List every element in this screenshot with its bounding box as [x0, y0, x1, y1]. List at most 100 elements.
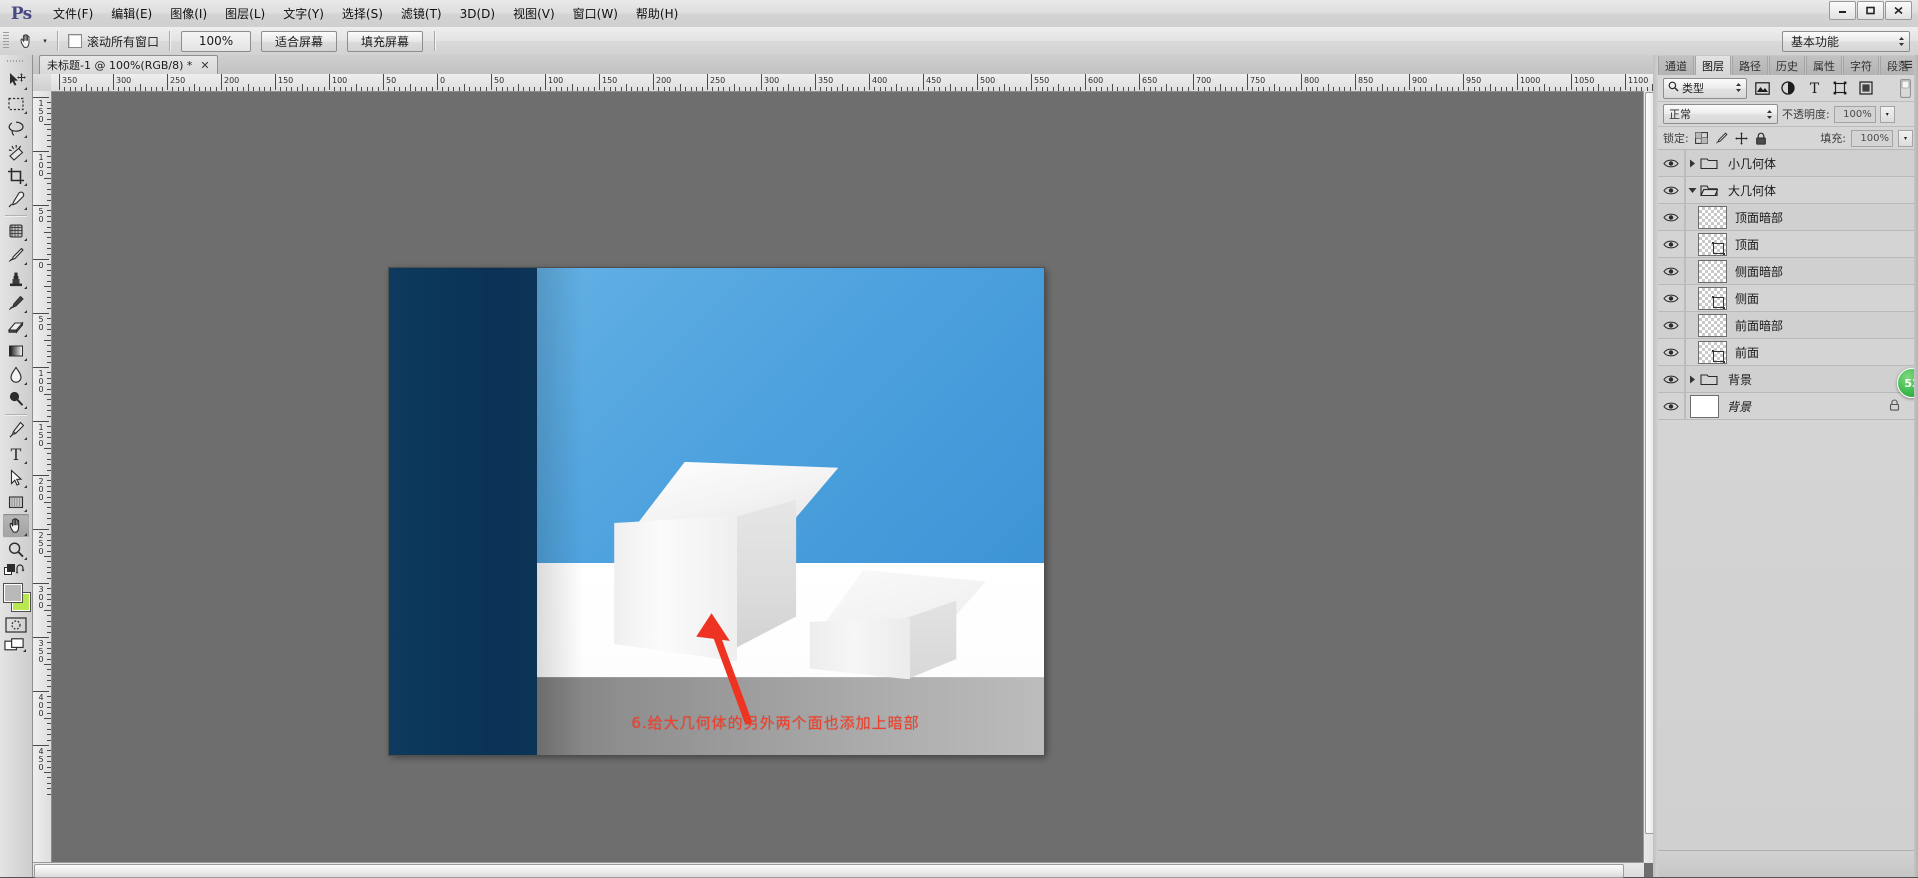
move-tool[interactable] [3, 68, 29, 92]
table-row[interactable]: 背景 [1658, 366, 1918, 393]
group-disclosure-icon[interactable] [1686, 159, 1698, 168]
document-tab[interactable]: 未标题-1 @ 100%(RGB/8) * ✕ [39, 55, 218, 74]
hand-tool[interactable] [3, 514, 29, 538]
canvas-horizontal-scrollbar[interactable] [33, 862, 1644, 877]
filter-adjustment-icon[interactable] [1777, 78, 1799, 98]
tab-layers[interactable]: 图层 [1695, 56, 1731, 76]
table-row[interactable]: 小几何体 [1658, 150, 1918, 177]
color-swatches[interactable] [2, 582, 30, 612]
zoom-100-button[interactable]: 100% [181, 31, 251, 52]
layer-thumbnail[interactable] [1698, 206, 1727, 229]
swap-colors-icon[interactable] [15, 564, 27, 579]
hand-tool-icon[interactable] [13, 30, 39, 52]
fill-chevron-down-icon[interactable]: ▾ [1898, 130, 1913, 147]
type-tool[interactable]: T [3, 442, 29, 466]
menu-window[interactable]: 窗口(W) [564, 1, 627, 26]
minimize-button[interactable] [1829, 1, 1856, 20]
table-row[interactable]: 前面暗部 [1658, 312, 1918, 339]
lasso-tool[interactable] [3, 116, 29, 140]
foreground-color-swatch[interactable] [3, 583, 23, 603]
blur-tool[interactable] [3, 363, 29, 387]
eraser-tool[interactable] [3, 315, 29, 339]
lock-transparent-pixels-icon[interactable] [1694, 130, 1709, 146]
layer-visibility-icon[interactable] [1658, 366, 1684, 392]
group-disclosure-icon[interactable] [1686, 375, 1698, 384]
layer-visibility-icon[interactable] [1658, 312, 1684, 338]
menu-edit[interactable]: 编辑(E) [102, 1, 161, 26]
opacity-chevron-down-icon[interactable]: ▾ [1880, 106, 1895, 123]
layer-filter-kind-select[interactable]: 类型 [1663, 78, 1747, 99]
magic-wand-tool[interactable] [3, 140, 29, 164]
ruler-corner[interactable] [33, 74, 52, 92]
opacity-value[interactable]: 100% [1834, 106, 1876, 123]
path-selection-tool[interactable] [3, 466, 29, 490]
eyedropper-tool[interactable] [3, 188, 29, 212]
scroll-all-windows-box[interactable] [68, 34, 82, 48]
close-button[interactable] [1885, 1, 1912, 20]
lock-position-icon[interactable] [1734, 130, 1749, 146]
document-canvas[interactable]: 6.给大几何体的另外两个面也添加上暗部 [389, 268, 1044, 755]
filter-shape-icon[interactable] [1829, 78, 1851, 98]
filter-type-icon[interactable]: T [1803, 78, 1825, 98]
screen-mode-button[interactable] [4, 636, 28, 654]
tool-preset-chevron-icon[interactable]: ▾ [39, 30, 51, 52]
table-row[interactable]: 侧面 [1658, 285, 1918, 312]
fill-value[interactable]: 100% [1851, 130, 1893, 147]
menu-image[interactable]: 图像(I) [161, 1, 216, 26]
blend-mode-spinner-icon[interactable] [1765, 107, 1774, 121]
tab-paths[interactable]: 路径 [1732, 56, 1768, 75]
tab-history[interactable]: 历史 [1769, 56, 1805, 75]
table-row[interactable]: 背景 [1658, 393, 1918, 420]
pen-tool[interactable] [3, 418, 29, 442]
crop-tool[interactable] [3, 164, 29, 188]
menu-layer[interactable]: 图层(L) [216, 1, 274, 26]
horizontal-ruler[interactable]: 3503002502001501005005010015020025030035… [51, 74, 1658, 92]
brush-tool[interactable] [3, 243, 29, 267]
fill-screen-button[interactable]: 填充屏幕 [347, 31, 423, 52]
marquee-tool[interactable] [3, 92, 29, 116]
healing-brush-tool[interactable] [3, 219, 29, 243]
layer-visibility-icon[interactable] [1658, 285, 1684, 311]
layer-visibility-icon[interactable] [1658, 231, 1684, 257]
fit-screen-button[interactable]: 适合屏幕 [261, 31, 337, 52]
table-row[interactable]: 顶面暗部 [1658, 204, 1918, 231]
workspace-selector[interactable]: 基本功能 [1782, 31, 1910, 52]
clone-stamp-tool[interactable] [3, 267, 29, 291]
table-row[interactable]: 侧面暗部 [1658, 258, 1918, 285]
menu-3d[interactable]: 3D(D) [451, 3, 504, 25]
maximize-button[interactable] [1857, 1, 1884, 20]
canvas-horizontal-scroll-thumb[interactable] [34, 864, 1624, 878]
menu-view[interactable]: 视图(V) [504, 1, 564, 26]
tab-character[interactable]: 字符 [1843, 56, 1879, 75]
table-row[interactable]: 大几何体 [1658, 177, 1918, 204]
table-row[interactable]: 顶面 [1658, 231, 1918, 258]
tab-channels[interactable]: 通道 [1658, 56, 1694, 75]
rectangle-tool[interactable] [3, 490, 29, 514]
layer-filter-toggle-switch[interactable] [1897, 78, 1913, 98]
layer-visibility-icon[interactable] [1658, 204, 1684, 230]
layer-visibility-icon[interactable] [1658, 258, 1684, 284]
menu-type[interactable]: 文字(Y) [274, 1, 333, 26]
menu-select[interactable]: 选择(S) [333, 1, 392, 26]
menu-file[interactable]: 文件(F) [44, 1, 102, 26]
dodge-tool[interactable] [3, 387, 29, 411]
canvas-viewport[interactable]: 6.给大几何体的另外两个面也添加上暗部 [52, 92, 1658, 877]
menu-filter[interactable]: 滤镜(T) [392, 1, 451, 26]
filter-smart-object-icon[interactable] [1855, 78, 1877, 98]
lock-all-icon[interactable] [1754, 130, 1769, 146]
panel-menu-icon[interactable] [1900, 59, 1914, 71]
blend-mode-select[interactable]: 正常 [1663, 104, 1778, 124]
vertical-ruler[interactable]: 15010050050100150200250300350400450 [33, 91, 52, 877]
scroll-all-windows-checkbox[interactable]: 滚动所有窗口 [64, 33, 163, 50]
gradient-tool[interactable] [3, 339, 29, 363]
layer-thumbnail[interactable] [1698, 314, 1727, 337]
layer-thumbnail[interactable] [1698, 287, 1727, 310]
tab-properties[interactable]: 属性 [1806, 56, 1842, 75]
table-row[interactable]: 前面 [1658, 339, 1918, 366]
layer-visibility-icon[interactable] [1658, 393, 1684, 419]
filter-pixel-icon[interactable] [1751, 78, 1773, 98]
lock-image-pixels-icon[interactable] [1714, 130, 1729, 146]
close-icon[interactable]: ✕ [200, 60, 209, 71]
layer-thumbnail[interactable] [1698, 260, 1727, 283]
toolbox-grip[interactable] [7, 57, 25, 66]
